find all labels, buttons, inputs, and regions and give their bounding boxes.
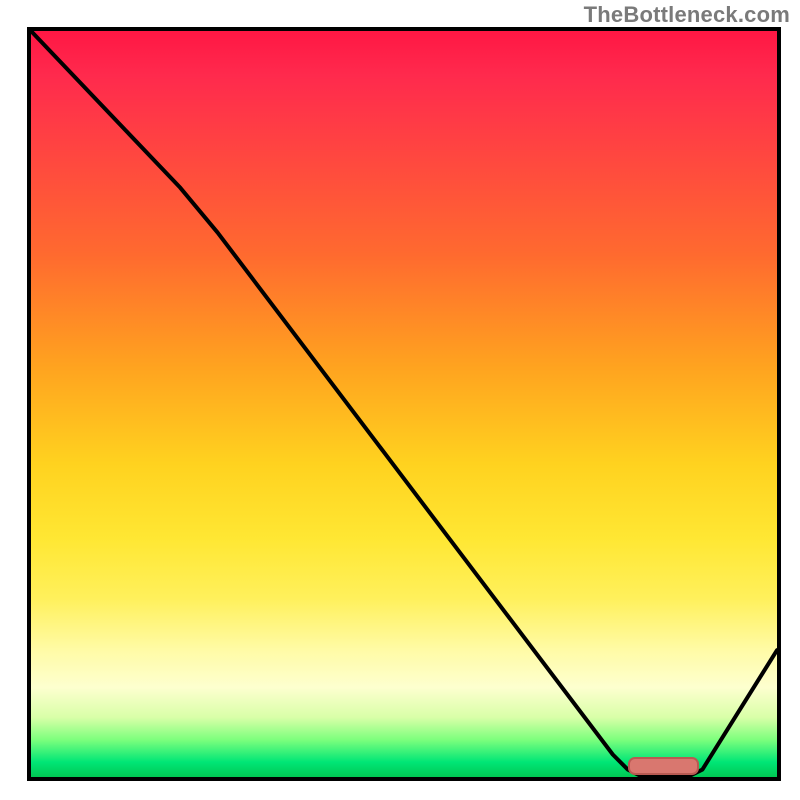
watermark-text: TheBottleneck.com xyxy=(584,2,790,28)
optimal-range-marker xyxy=(628,757,699,775)
chart-plot-area xyxy=(27,27,781,781)
bottleneck-curve xyxy=(31,31,777,777)
